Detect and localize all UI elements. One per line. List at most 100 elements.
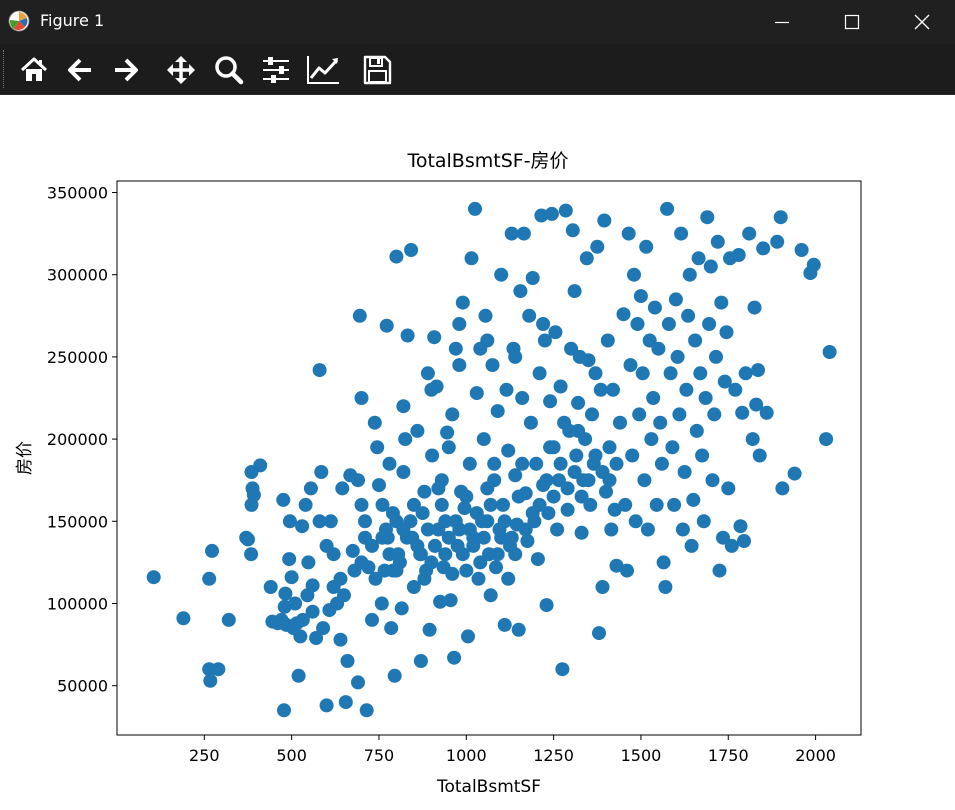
data-point: [284, 570, 299, 585]
data-point: [719, 325, 734, 340]
data-point: [625, 448, 640, 463]
data-point: [211, 662, 226, 677]
data-point: [637, 473, 652, 488]
home-button[interactable]: [16, 53, 52, 87]
x-tick-label: 250: [189, 746, 220, 765]
y-tick-label: 250000: [47, 348, 108, 367]
data-point: [787, 466, 802, 481]
close-button[interactable]: [891, 0, 953, 44]
pan-button[interactable]: [163, 53, 199, 87]
configure-subplots-icon: [263, 57, 289, 83]
data-point: [667, 497, 682, 512]
data-point: [597, 213, 612, 228]
data-point: [689, 423, 704, 438]
y-tick-label: 300000: [47, 266, 108, 285]
data-point: [707, 407, 722, 422]
data-point: [244, 547, 259, 562]
data-point: [635, 366, 650, 381]
data-point: [515, 391, 530, 405]
data-point: [663, 366, 678, 381]
minimize-icon: [775, 21, 789, 24]
data-point: [303, 481, 318, 496]
edit-axis-button[interactable]: [305, 53, 341, 87]
data-point: [305, 578, 320, 593]
data-point: [735, 405, 750, 420]
data-point: [588, 448, 603, 463]
data-point: [618, 497, 633, 512]
data-point: [417, 571, 432, 586]
data-point: [396, 399, 411, 414]
data-point: [794, 243, 809, 257]
data-point: [326, 580, 341, 594]
data-point: [314, 465, 329, 479]
data-point: [806, 257, 821, 272]
zoom-button[interactable]: [211, 53, 247, 87]
data-point: [438, 547, 453, 562]
data-point: [468, 201, 482, 216]
x-tick-label: 1500: [621, 746, 662, 765]
data-point: [686, 492, 701, 507]
y-tick-label: 100000: [47, 594, 108, 613]
data-point: [560, 502, 575, 517]
data-point: [485, 358, 500, 373]
data-point: [702, 317, 717, 331]
scatter-chart[interactable]: TotalBsmtSF-房价 250 500 750 1000 1250 1500 1750…: [0, 95, 955, 810]
data-point: [452, 522, 467, 537]
data-point: [623, 358, 638, 373]
data-point: [560, 481, 575, 496]
y-axis-label: 房价: [15, 441, 35, 475]
data-point: [592, 626, 606, 641]
data-point: [674, 226, 689, 241]
data-point: [282, 552, 297, 567]
data-point: [585, 407, 599, 422]
data-point: [516, 226, 531, 241]
save-button[interactable]: [359, 53, 395, 87]
maximize-button[interactable]: [821, 0, 883, 44]
data-point: [146, 570, 161, 585]
data-point: [335, 481, 350, 496]
figure-canvas[interactable]: TotalBsmtSF-房价 250 500 750 1000 1250 1500 1750…: [0, 95, 955, 810]
data-point: [737, 534, 751, 548]
data-point: [661, 317, 676, 331]
minimize-button[interactable]: [751, 0, 813, 44]
data-point: [705, 473, 720, 488]
data-point: [602, 440, 617, 455]
y-tick-label: 150000: [47, 512, 108, 531]
data-point: [316, 621, 331, 636]
data-point: [420, 522, 435, 537]
data-point: [539, 473, 554, 488]
data-point: [649, 497, 664, 512]
scatter-points: [146, 201, 837, 718]
x-tick-label: 1000: [446, 746, 487, 765]
close-icon: [914, 14, 930, 30]
data-point: [424, 382, 439, 397]
data-point: [394, 601, 409, 616]
data-point: [728, 382, 743, 397]
data-point: [413, 654, 428, 668]
data-point: [724, 538, 739, 553]
data-point: [305, 604, 320, 619]
data-point: [396, 465, 411, 479]
data-point: [246, 488, 261, 502]
axes-frame: [116, 180, 862, 736]
back-arrow-icon: [68, 58, 91, 82]
data-point: [633, 289, 648, 304]
data-point: [445, 407, 460, 422]
data-point: [522, 308, 537, 323]
data-point: [452, 358, 467, 373]
data-point: [668, 292, 683, 307]
data-point: [695, 448, 710, 463]
data-point: [403, 514, 418, 529]
data-point: [532, 497, 547, 512]
data-point: [452, 317, 467, 331]
back-button[interactable]: [62, 53, 98, 87]
data-point: [742, 226, 757, 241]
navigation-toolbar: [0, 44, 955, 95]
data-point: [471, 571, 486, 586]
toolbar-grip: [3, 50, 6, 88]
data-point: [543, 394, 558, 409]
forward-button[interactable]: [108, 53, 144, 87]
configure-subplots-button[interactable]: [258, 53, 294, 87]
data-point: [345, 543, 360, 558]
data-point: [733, 519, 748, 534]
